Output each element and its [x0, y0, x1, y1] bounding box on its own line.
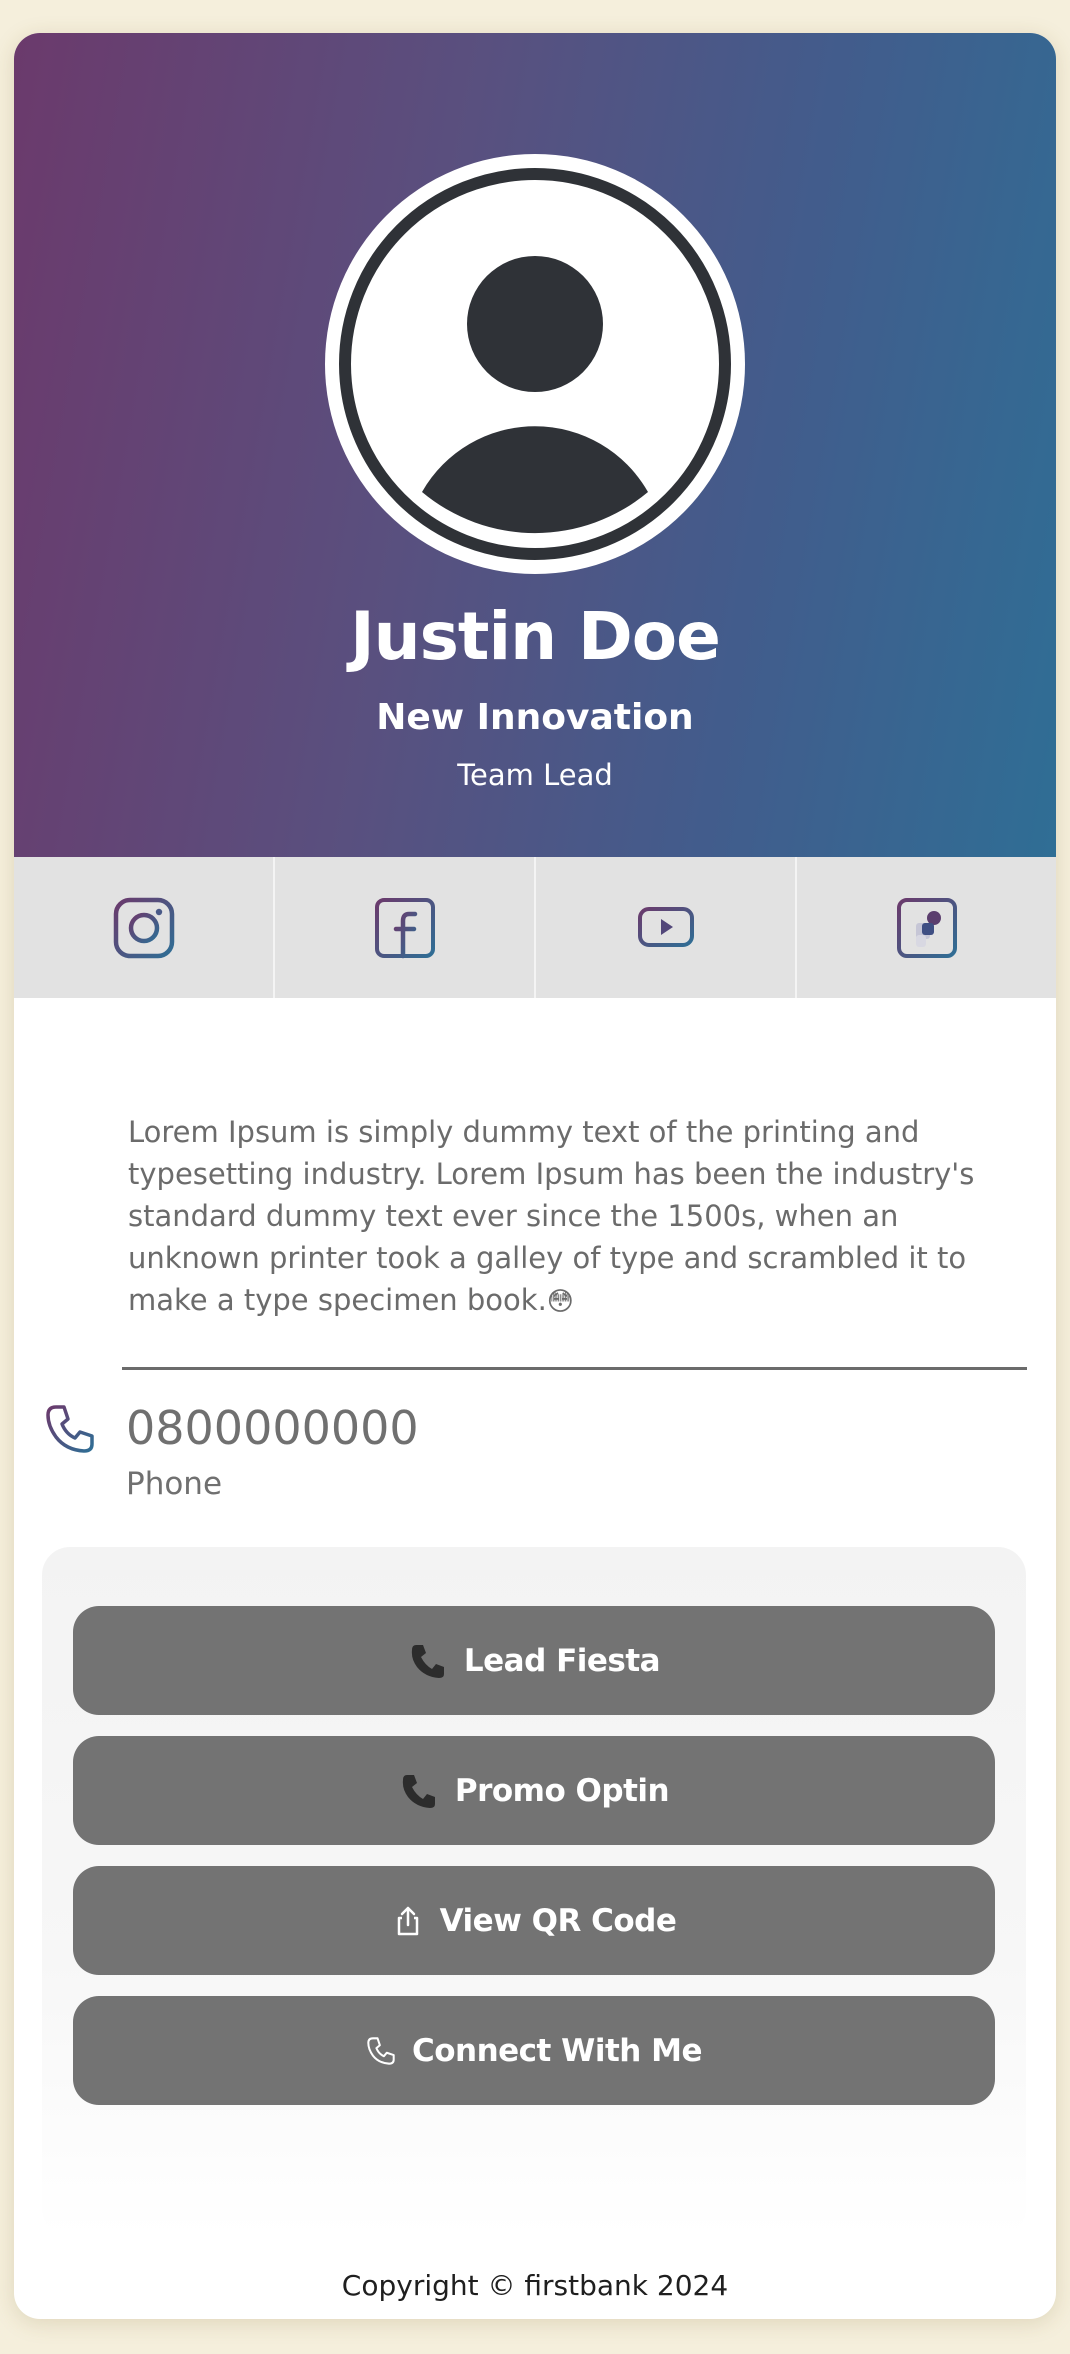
view-qr-code-label: View QR Code — [439, 1902, 677, 1939]
social-bar — [14, 857, 1056, 998]
telephone-icon — [408, 1641, 448, 1681]
phone-icon — [46, 1405, 94, 1453]
profile-header: Justin Doe New Innovation Team Lead — [14, 33, 1056, 857]
youtube-link[interactable] — [536, 857, 797, 998]
facebook-link[interactable] — [275, 857, 536, 998]
avatar-icon — [339, 168, 731, 560]
footer-copyright: Copyright © firstbank 2024 — [341, 2269, 729, 2302]
job-title: Team Lead — [457, 758, 613, 792]
phone-label: Phone — [126, 1466, 223, 1502]
telephone-icon — [399, 1771, 439, 1811]
section-divider — [122, 1367, 1027, 1370]
profile-name: Justin Doe — [350, 598, 721, 675]
lead-fiesta-button[interactable]: Lead Fiesta — [73, 1606, 995, 1715]
promo-optin-label: Promo Optin — [454, 1772, 670, 1809]
instagram-link[interactable] — [14, 857, 275, 998]
facebook-icon — [374, 897, 435, 958]
view-qr-code-button[interactable]: View QR Code — [73, 1866, 995, 1975]
bio-text: Lorem Ipsum is simply dummy text of the … — [128, 1111, 1008, 1323]
lead-fiesta-label: Lead Fiesta — [463, 1642, 661, 1679]
app-link[interactable] — [797, 857, 1056, 998]
connect-with-me-label: Connect With Me — [411, 2032, 703, 2069]
phone-outline-icon — [366, 2036, 396, 2066]
connect-with-me-button[interactable]: Connect With Me — [73, 1996, 995, 2105]
bio-emoji: 😳 — [546, 1287, 574, 1317]
share-icon — [392, 1905, 424, 1937]
youtube-icon — [637, 906, 694, 947]
app-icon — [896, 897, 957, 958]
promo-optin-button[interactable]: Promo Optin — [73, 1736, 995, 1845]
company-name: New Innovation — [376, 697, 694, 738]
phone-number[interactable]: 0800000000 — [126, 1401, 419, 1455]
instagram-icon — [113, 897, 174, 958]
profile-card: Justin Doe New Innovation Team Lead Lore… — [14, 33, 1056, 2319]
avatar — [325, 154, 745, 574]
action-panel: Lead Fiesta Promo Optin View QR Code Con… — [42, 1547, 1026, 2237]
